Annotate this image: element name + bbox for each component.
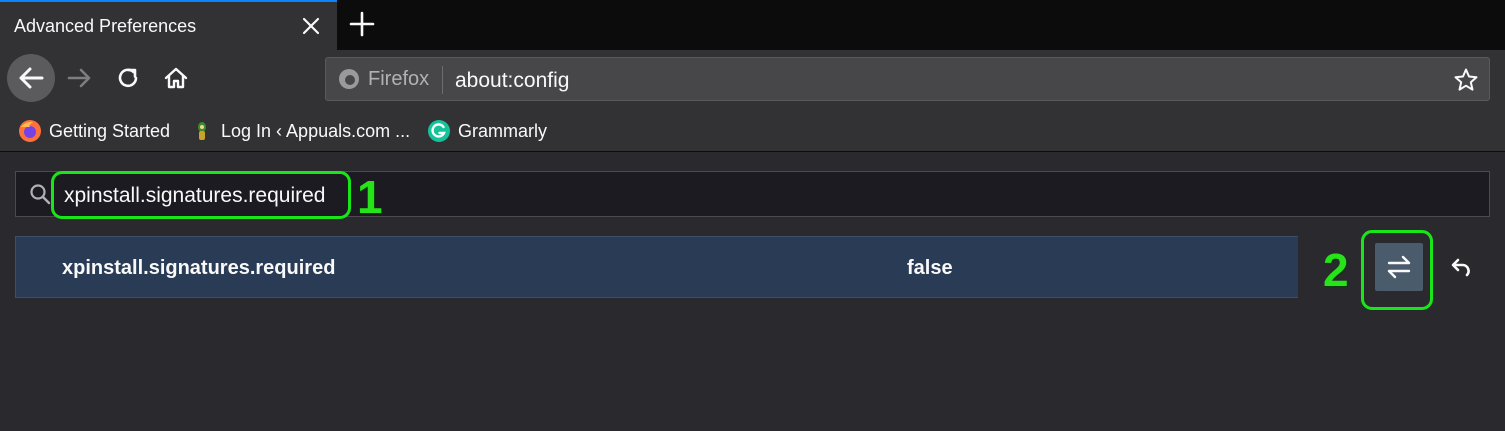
home-icon: [164, 67, 188, 89]
arrow-right-icon: [67, 68, 91, 88]
identity-label: Firefox: [368, 67, 430, 90]
bookmark-appuals-login[interactable]: Log In ‹ Appuals.com ...: [190, 119, 410, 143]
back-button[interactable]: [7, 54, 55, 102]
bookmark-label: Grammarly: [458, 120, 547, 141]
home-button[interactable]: [152, 54, 200, 102]
close-icon[interactable]: [300, 15, 322, 37]
bookmarks-toolbar: Getting Started Log In ‹ Appuals.com ...…: [0, 108, 1505, 152]
step-2-label: 2: [1323, 244, 1349, 296]
nav-bar: Firefox about:config: [0, 50, 1505, 108]
forward-button[interactable]: [56, 54, 104, 102]
appuals-icon: [198, 122, 206, 140]
reload-icon: [118, 68, 138, 88]
reload-button[interactable]: [104, 54, 152, 102]
new-tab-icon[interactable]: [348, 10, 376, 38]
highlight-search-annotation: [51, 171, 351, 219]
undo-icon: [1451, 258, 1470, 277]
pref-value: false: [907, 257, 953, 279]
tab-title: Advanced Preferences: [14, 16, 197, 36]
url-bar[interactable]: Firefox about:config: [325, 57, 1490, 101]
firefox-logo-icon: [339, 69, 359, 89]
url-input[interactable]: about:config: [455, 69, 569, 93]
tab-advanced-preferences[interactable]: Advanced Preferences: [0, 0, 337, 50]
search-icon: [30, 184, 51, 205]
step-1-label: 1: [357, 171, 383, 223]
grammarly-icon: [428, 120, 450, 142]
highlight-toggle-annotation: [1361, 230, 1433, 310]
bookmark-label: Log In ‹ Appuals.com ...: [221, 120, 411, 141]
pref-row[interactable]: xpinstall.signatures.required false: [15, 236, 1491, 298]
star-icon[interactable]: [1453, 67, 1479, 93]
reset-button[interactable]: [1443, 251, 1477, 285]
tab-strip: Advanced Preferences: [0, 0, 1505, 50]
bookmark-getting-started[interactable]: Getting Started: [18, 119, 170, 143]
firefox-icon: [19, 120, 41, 142]
url-separator: [442, 66, 443, 94]
bookmark-grammarly[interactable]: Grammarly: [427, 119, 547, 143]
identity-box[interactable]: Firefox: [338, 67, 429, 91]
bookmark-label: Getting Started: [49, 120, 171, 141]
arrow-left-icon: [19, 67, 44, 89]
pref-name: xpinstall.signatures.required: [62, 257, 336, 279]
